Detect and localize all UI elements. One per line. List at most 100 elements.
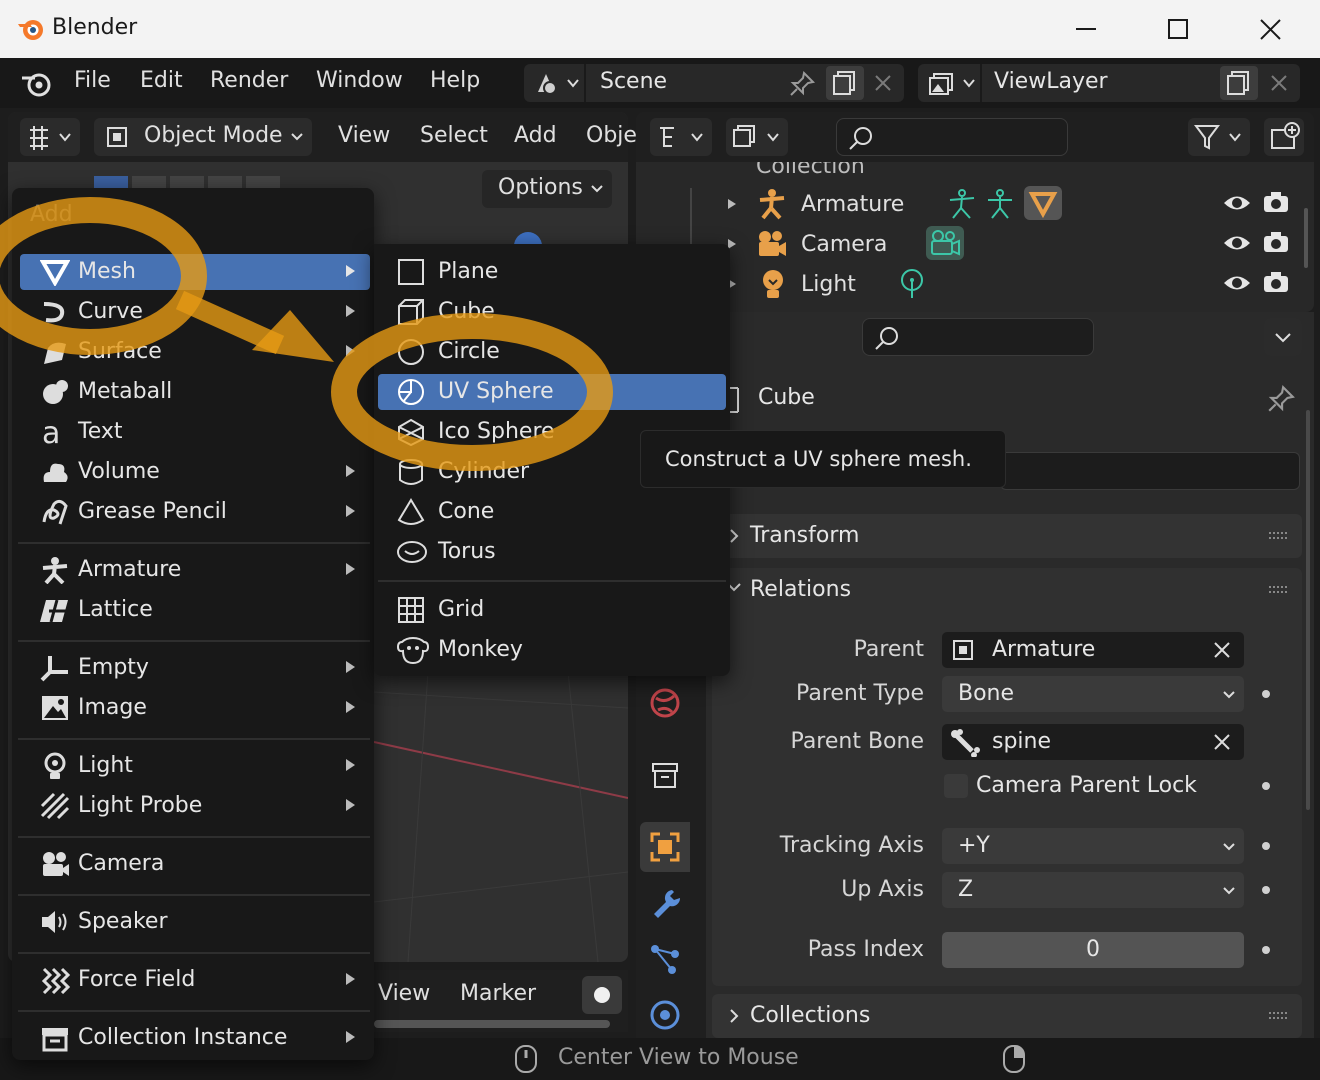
- eye-icon[interactable]: [1222, 192, 1252, 214]
- clear-icon[interactable]: [1212, 640, 1232, 660]
- timeline-menu-view[interactable]: View: [378, 981, 430, 1006]
- menu-item-grease-pencil[interactable]: Grease Pencil: [20, 494, 370, 530]
- viewport-menu-add[interactable]: Add: [514, 123, 557, 148]
- menu-item-light-probe[interactable]: Light Probe: [20, 788, 370, 824]
- menu-item-uv-sphere[interactable]: UV Sphere: [378, 374, 726, 410]
- menu-item-cone[interactable]: Cone: [378, 494, 726, 530]
- animate-property-dot[interactable]: [1262, 946, 1270, 954]
- animate-property-dot[interactable]: [1262, 842, 1270, 850]
- camera-render-icon[interactable]: [1262, 190, 1290, 214]
- menu-item-image[interactable]: Image: [20, 690, 370, 726]
- menu-help[interactable]: Help: [430, 68, 480, 93]
- animate-property-dot[interactable]: [1262, 782, 1270, 790]
- animate-property-dot[interactable]: [1262, 886, 1270, 894]
- menu-item-plane[interactable]: Plane: [378, 254, 726, 290]
- pass-index-field[interactable]: 0: [942, 932, 1244, 968]
- menu-item-empty[interactable]: Empty: [20, 650, 370, 686]
- menu-item-mesh[interactable]: Mesh: [20, 254, 370, 290]
- outliner-row-collection[interactable]: Collection: [636, 162, 1314, 182]
- parent-bone-field[interactable]: spine: [942, 724, 1244, 760]
- menu-item-monkey[interactable]: Monkey: [378, 632, 726, 668]
- new-viewlayer-button[interactable]: [1220, 66, 1258, 100]
- properties-search-input[interactable]: [862, 318, 1094, 356]
- record-button[interactable]: [582, 976, 622, 1014]
- editor-type-button[interactable]: [20, 118, 80, 156]
- options-dropdown[interactable]: Options: [482, 170, 612, 208]
- physics-tab-icon[interactable]: [646, 996, 684, 1034]
- viewlayer-selector[interactable]: ViewLayer: [918, 64, 1300, 102]
- outliner-scrollbar[interactable]: [1304, 208, 1308, 268]
- outliner-search-input[interactable]: [836, 118, 1068, 156]
- parent-type-dropdown[interactable]: Bone: [942, 676, 1244, 712]
- maximize-button[interactable]: [1132, 0, 1224, 58]
- camera-render-icon[interactable]: [1262, 230, 1290, 254]
- pin-icon[interactable]: [1266, 384, 1296, 414]
- collection-tab-icon[interactable]: [646, 756, 684, 794]
- new-collection-button[interactable]: [1264, 118, 1304, 156]
- parent-field[interactable]: Armature: [942, 632, 1244, 668]
- menu-window[interactable]: Window: [316, 68, 403, 93]
- viewport-menu-view[interactable]: View: [338, 123, 390, 148]
- menu-render[interactable]: Render: [210, 68, 288, 93]
- timeline-scrollbar[interactable]: [374, 1020, 610, 1028]
- up-axis-dropdown[interactable]: Z: [942, 872, 1244, 908]
- camera-parent-lock-checkbox[interactable]: [944, 774, 968, 798]
- blender-menu-icon[interactable]: [20, 68, 54, 98]
- menu-item-torus[interactable]: Torus: [378, 534, 726, 570]
- outliner-row-armature[interactable]: Armature: [636, 184, 1314, 224]
- clear-icon[interactable]: [1212, 732, 1232, 752]
- drag-handle-icon[interactable]: [1268, 531, 1290, 541]
- viewport-menu-object[interactable]: Obje: [586, 123, 637, 148]
- selection-mode-buttons[interactable]: [92, 172, 282, 188]
- transform-panel-header[interactable]: Transform: [712, 514, 1302, 558]
- collections-panel-header[interactable]: Collections: [712, 994, 1302, 1038]
- viewport-menu-select[interactable]: Select: [420, 123, 488, 148]
- scene-name[interactable]: Scene: [600, 69, 667, 94]
- drag-handle-icon[interactable]: [1268, 585, 1290, 595]
- tracking-axis-dropdown[interactable]: +Y: [942, 828, 1244, 864]
- delete-viewlayer-icon[interactable]: [1268, 72, 1290, 94]
- delete-scene-icon[interactable]: [872, 72, 894, 94]
- minimize-button[interactable]: [1040, 0, 1132, 58]
- outliner-row-camera[interactable]: Camera: [636, 224, 1314, 264]
- display-mode-button[interactable]: [726, 118, 788, 156]
- menu-item-armature[interactable]: Armature: [20, 552, 370, 588]
- menu-item-text[interactable]: a Text: [20, 414, 370, 450]
- render-layers-icon[interactable]: [926, 70, 978, 98]
- scene-selector[interactable]: Scene: [524, 64, 904, 102]
- menu-item-lattice[interactable]: Lattice: [20, 592, 370, 628]
- menu-file[interactable]: File: [74, 68, 111, 93]
- timeline-menu-marker[interactable]: Marker: [460, 981, 536, 1006]
- menu-item-cube[interactable]: Cube: [378, 294, 726, 330]
- viewlayer-name[interactable]: ViewLayer: [994, 69, 1108, 94]
- menu-edit[interactable]: Edit: [140, 68, 183, 93]
- close-window-button[interactable]: [1224, 0, 1316, 58]
- drag-handle-icon[interactable]: [1268, 1011, 1290, 1021]
- menu-item-collection-instance[interactable]: Collection Instance: [20, 1020, 370, 1056]
- outliner-row-light[interactable]: Light: [636, 264, 1314, 304]
- menu-item-grid[interactable]: Grid: [378, 592, 726, 628]
- object-name-field[interactable]: [1000, 452, 1300, 490]
- properties-scrollbar[interactable]: [1306, 410, 1310, 810]
- expand-arrow-icon[interactable]: [726, 198, 738, 210]
- menu-item-light[interactable]: Light: [20, 748, 370, 784]
- menu-item-surface[interactable]: Surface: [20, 334, 370, 370]
- scene-icon[interactable]: [532, 70, 580, 98]
- properties-options-dropdown[interactable]: [1264, 318, 1302, 356]
- new-scene-button[interactable]: [826, 66, 864, 100]
- menu-item-force-field[interactable]: Force Field: [20, 962, 370, 998]
- eye-icon[interactable]: [1222, 232, 1252, 254]
- pin-icon[interactable]: [788, 70, 816, 98]
- object-mode-dropdown[interactable]: Object Mode: [94, 118, 312, 156]
- filter-dropdown[interactable]: [1188, 118, 1250, 156]
- menu-item-circle[interactable]: Circle: [378, 334, 726, 370]
- menu-item-volume[interactable]: Volume: [20, 454, 370, 490]
- camera-render-icon[interactable]: [1262, 270, 1290, 294]
- outliner-editor-type-button[interactable]: [650, 118, 712, 156]
- menu-item-speaker[interactable]: Speaker: [20, 904, 370, 940]
- menu-item-curve[interactable]: Curve: [20, 294, 370, 330]
- animate-property-dot[interactable]: [1262, 690, 1270, 698]
- relations-panel-header[interactable]: Relations: [712, 568, 1302, 612]
- menu-item-metaball[interactable]: Metaball: [20, 374, 370, 410]
- menu-item-camera[interactable]: Camera: [20, 846, 370, 882]
